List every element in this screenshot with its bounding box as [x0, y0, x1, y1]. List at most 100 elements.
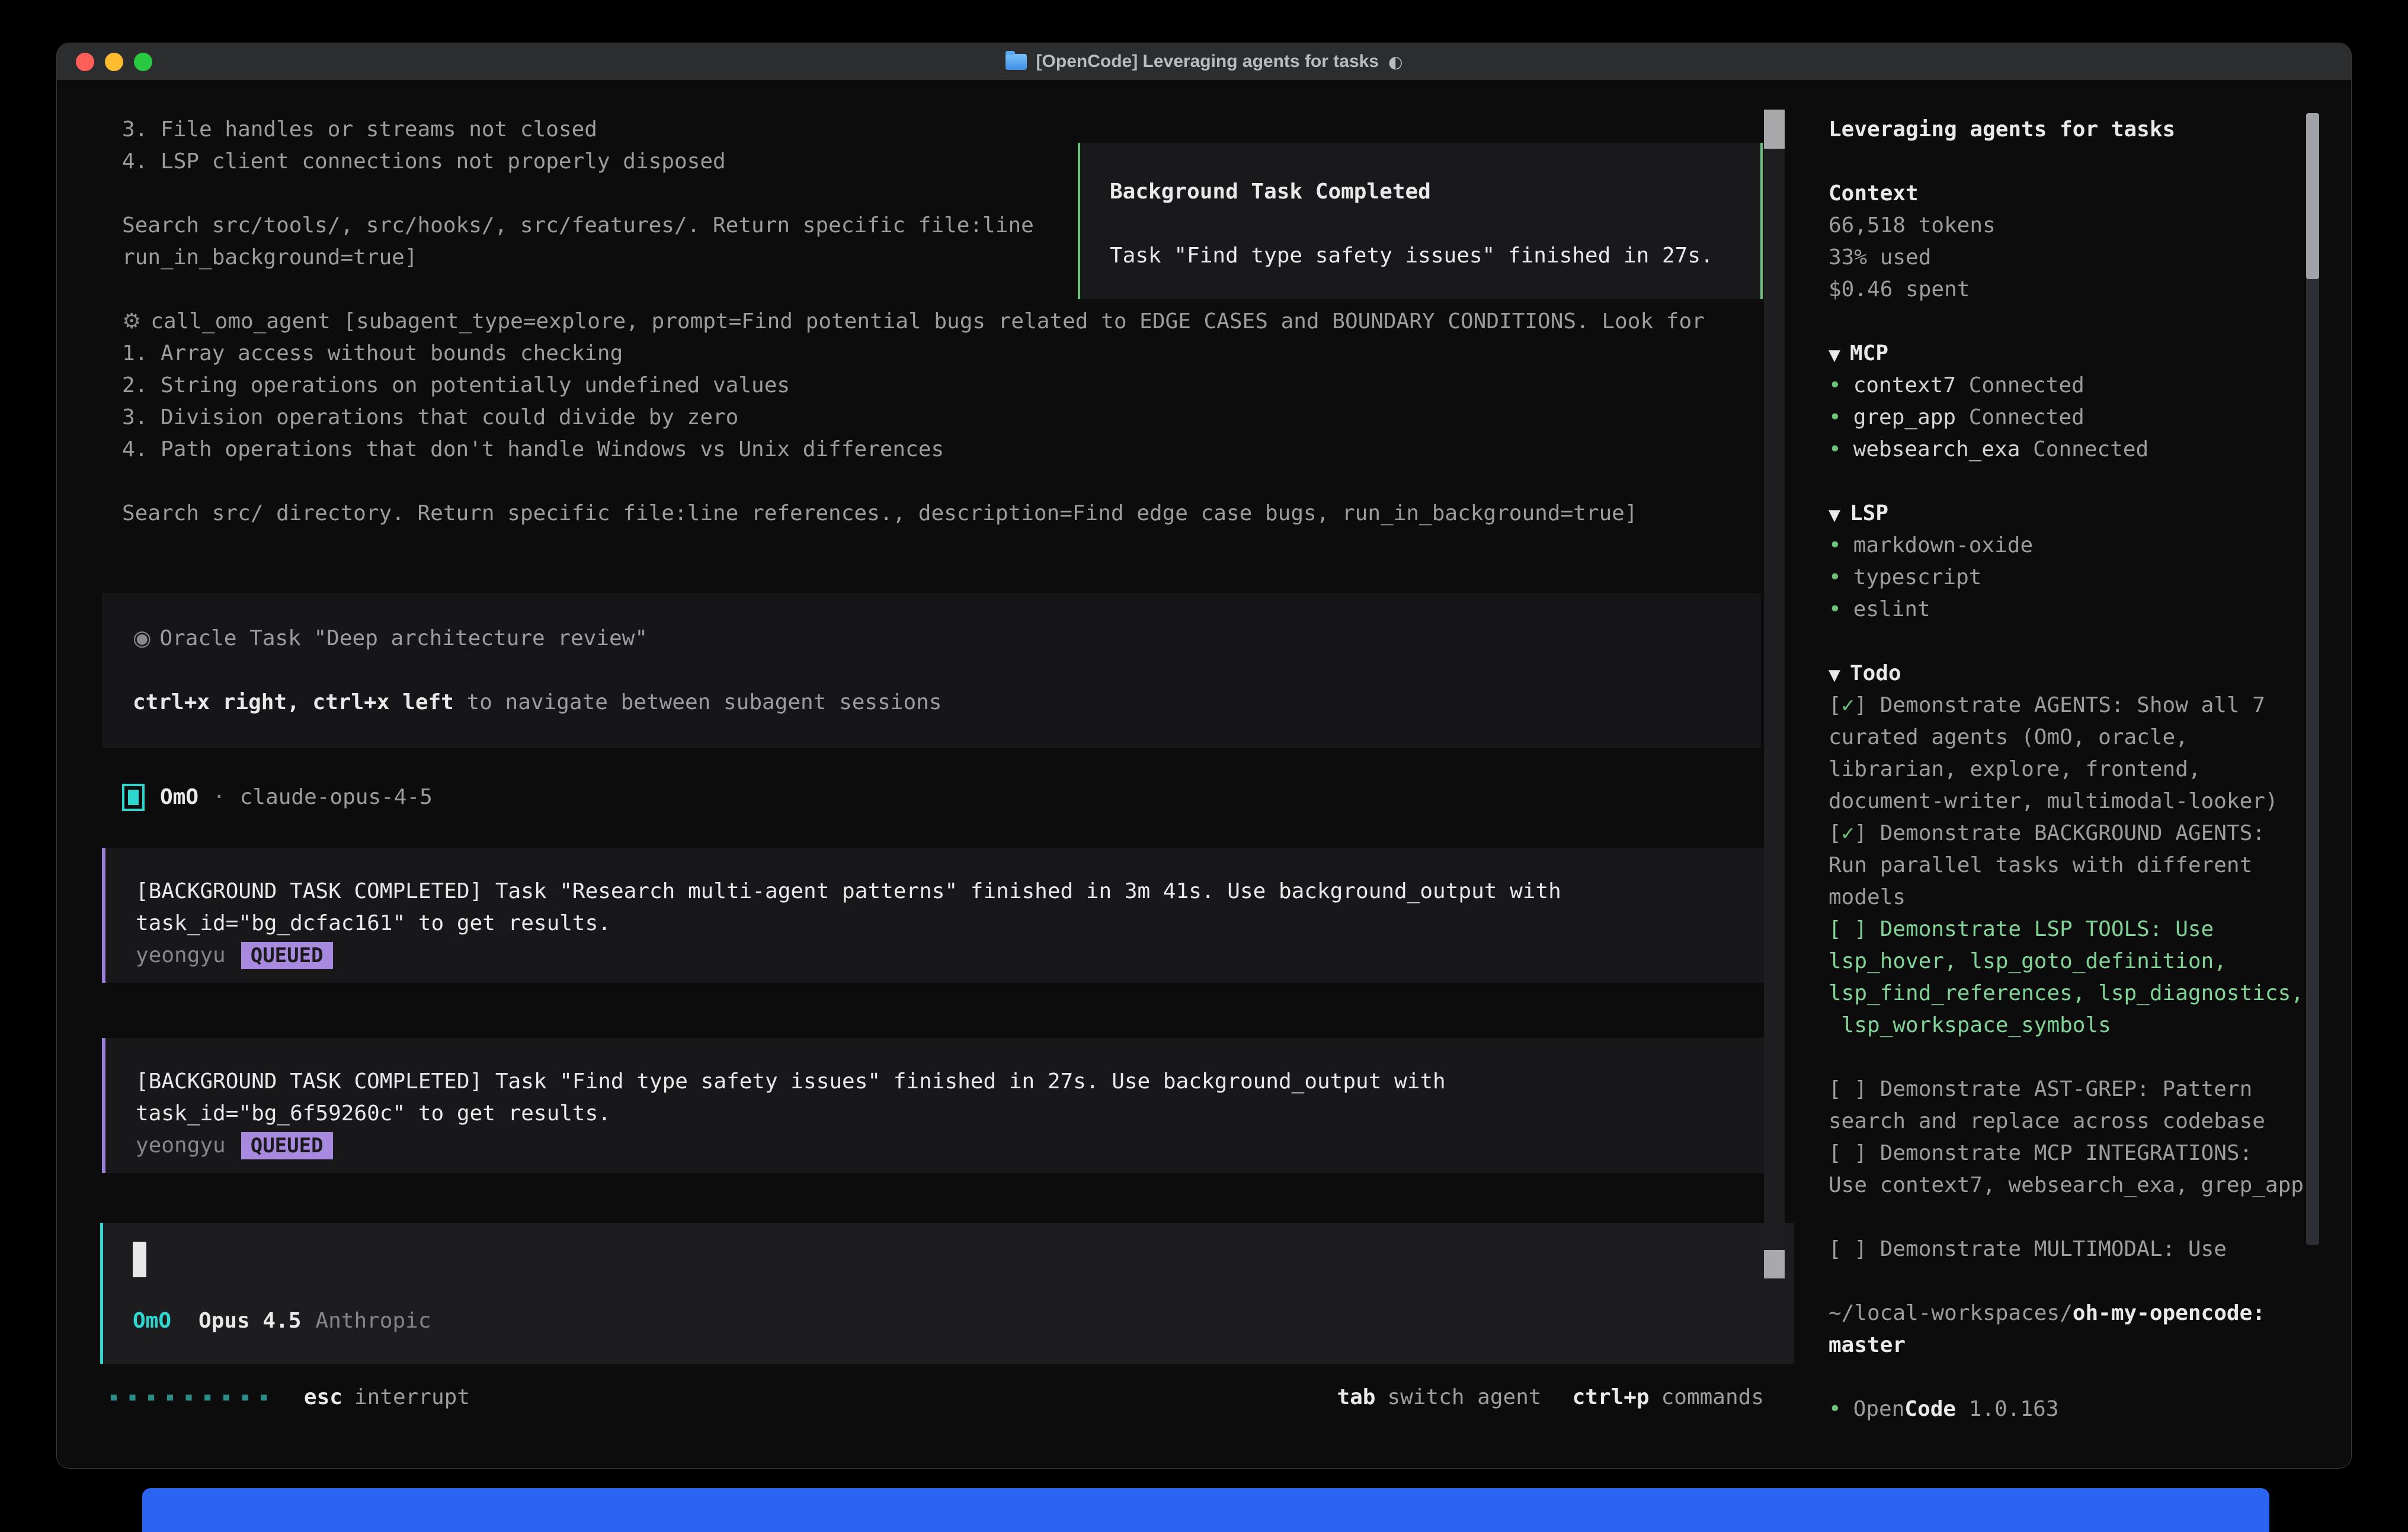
blank-line: [1829, 146, 2338, 178]
lsp-heading: LSP: [1850, 501, 1888, 525]
todo-item-done: [✓] Demonstrate AGENTS: Show all 7: [1829, 690, 2338, 722]
todo-item-cont: models: [1829, 882, 2338, 914]
blank-line: [122, 466, 1805, 498]
terminal-line: 4. Path operations that don't handle Win…: [122, 434, 1805, 466]
bullet-icon: •: [1829, 405, 1842, 430]
blank-line: [1829, 1361, 2338, 1393]
version-number: 1.0.163: [1956, 1397, 2058, 1421]
sidebar-title: Leveraging agents for tasks: [1829, 114, 2338, 146]
mcp-status: Connected: [2020, 437, 2148, 461]
bullet-icon: •: [1829, 597, 1842, 621]
separator-dot: ·: [213, 781, 226, 813]
window-title-group: [OpenCode] Leveraging agents for tasks ◐: [1006, 52, 1403, 72]
titlebar: [OpenCode] Leveraging agents for tasks ◐: [57, 43, 2351, 81]
chevron-down-icon: ▼: [1829, 507, 1840, 524]
toast-body: Task "Find type safety issues" finished …: [1110, 240, 1714, 272]
mcp-status: Connected: [1956, 373, 2084, 398]
esc-key-hint: esc: [304, 1385, 342, 1409]
prompt-input[interactable]: OmO Opus 4.5 Anthropic: [100, 1223, 1794, 1364]
terminal-line: Search src/ directory. Return specific f…: [122, 498, 1805, 530]
blank-line: [1829, 1041, 2338, 1073]
queued-badge: QUEUED: [241, 1132, 333, 1159]
task-user: yeongyu: [136, 940, 226, 972]
main-scrollbar-thumb-bottom[interactable]: [1764, 1250, 1785, 1278]
terminal-line: 3. Division operations that could divide…: [122, 402, 1805, 434]
lsp-item: • eslint: [1829, 594, 2338, 626]
toast-title: Background Task Completed: [1110, 176, 1431, 208]
todo-section-header[interactable]: ▼Todo: [1829, 658, 2338, 690]
agent-square-icon: [122, 784, 145, 811]
terminal-content: 3. File handles or streams not closed 4.…: [57, 80, 2351, 1468]
bullet-icon: •: [1829, 533, 1842, 557]
blank-line: [1829, 1201, 2338, 1233]
mcp-section-header[interactable]: ▼MCP: [1829, 338, 2338, 370]
spinner-dots-icon: ▪▪▪▪▪▪▪▪▪: [109, 1388, 278, 1406]
workspace-path: ~/local-workspaces/oh-my-opencode:: [1829, 1297, 2338, 1329]
close-window-button[interactable]: [76, 53, 94, 71]
todo-item-cont: Run parallel tasks with different: [1829, 850, 2338, 882]
text-cursor: [133, 1242, 146, 1277]
agent-model: claude-opus-4-5: [240, 781, 433, 813]
folder-icon: [1006, 54, 1027, 70]
minimize-window-button[interactable]: [105, 53, 123, 71]
todo-item-cont: document-writer, multimodal-looker): [1829, 786, 2338, 818]
terminal-line: 2. String operations on potentially unde…: [122, 370, 1805, 402]
context-used: 33% used: [1829, 242, 2338, 274]
task-user: yeongyu: [136, 1130, 226, 1162]
blank-line: [1829, 466, 2338, 498]
mcp-name: context7: [1853, 373, 1956, 398]
lsp-item: • typescript: [1829, 562, 2338, 594]
main-scrollbar-thumb[interactable]: [1764, 110, 1785, 149]
mcp-item: •context7 Connected: [1829, 370, 2338, 402]
bullet-icon: •: [1829, 1397, 1842, 1421]
context-spent: $0.46 spent: [1829, 274, 2338, 306]
window-title: [OpenCode] Leveraging agents for tasks: [1036, 52, 1379, 72]
version-name-dim: Open: [1853, 1397, 1905, 1421]
version-name-bold: Code: [1904, 1397, 1956, 1421]
agent-header: OmO · claude-opus-4-5: [122, 781, 433, 813]
mcp-item: •grep_app Connected: [1829, 402, 2338, 434]
blank-line: [1829, 626, 2338, 658]
todo-item-active-cont: lsp_find_references, lsp_diagnostics,: [1829, 977, 2338, 1009]
todo-heading: Todo: [1850, 661, 1901, 685]
blank-line: [1829, 306, 2338, 338]
lsp-name: typescript: [1853, 565, 1982, 589]
task-line: [BACKGROUND TASK COMPLETED] Task "Resear…: [136, 876, 1561, 908]
statusbar-left: ▪▪▪▪▪▪▪▪▪ esc interrupt: [109, 1381, 470, 1413]
gear-icon: ⚙: [122, 309, 141, 334]
sidebar-scrollbar-thumb[interactable]: [2306, 113, 2319, 279]
mcp-heading: MCP: [1850, 341, 1888, 366]
lsp-name: eslint: [1853, 597, 1930, 621]
ctrlp-key-label: commands: [1661, 1385, 1764, 1409]
background-task-toast[interactable]: Background Task Completed Task "Find typ…: [1078, 143, 1763, 299]
bullet-icon: •: [1829, 437, 1842, 461]
todo-item-pending: [ ] Demonstrate AST-GREP: Pattern: [1829, 1073, 2338, 1105]
lsp-section-header[interactable]: ▼ LSP: [1829, 498, 2338, 530]
main-scrollbar[interactable]: [1764, 110, 1785, 1278]
context-heading: Context: [1829, 178, 2338, 210]
bullet-icon: •: [1829, 565, 1842, 589]
maximize-window-button[interactable]: [134, 53, 152, 71]
sidebar: Leveraging agents for tasks Context 66,5…: [1829, 114, 2338, 1425]
input-provider-name: Anthropic: [315, 1309, 431, 1333]
tool-call-text: call_omo_agent [subagent_type=explore, p…: [150, 309, 1705, 334]
todo-item-cont: librarian, explore, frontend,: [1829, 754, 2338, 786]
hint-keys: ctrl+x right, ctrl+x left: [133, 690, 454, 714]
model-selector-row[interactable]: OmO Opus 4.5 Anthropic: [133, 1305, 431, 1337]
todo-item-active-cont: lsp_workspace_symbols: [1829, 1009, 2338, 1041]
version-line: • OpenCode 1.0.163: [1829, 1393, 2338, 1425]
input-model-name: Opus 4.5: [198, 1309, 301, 1333]
hint-text: to navigate between subagent sessions: [454, 690, 942, 714]
todo-item-pending: [ ] Demonstrate MCP INTEGRATIONS:: [1829, 1137, 2338, 1169]
sidebar-scrollbar[interactable]: [2306, 113, 2319, 1245]
todo-item-active: [ ] Demonstrate LSP TOOLS: Use: [1829, 914, 2338, 946]
ctrlp-key-hint: ctrl+p: [1573, 1385, 1650, 1409]
mcp-name: websearch_exa: [1853, 437, 2020, 461]
esc-key-label: interrupt: [354, 1385, 470, 1409]
half-circle-icon: ◐: [1388, 52, 1402, 72]
mcp-name: grep_app: [1853, 405, 1956, 430]
check-icon: ✓: [1842, 693, 1855, 717]
todo-item-done: [✓] Demonstrate BACKGROUND AGENTS:: [1829, 818, 2338, 850]
oracle-task-title: ◉Oracle Task "Deep architecture review": [133, 623, 648, 655]
oracle-task-box: ◉Oracle Task "Deep architecture review" …: [102, 593, 1761, 748]
